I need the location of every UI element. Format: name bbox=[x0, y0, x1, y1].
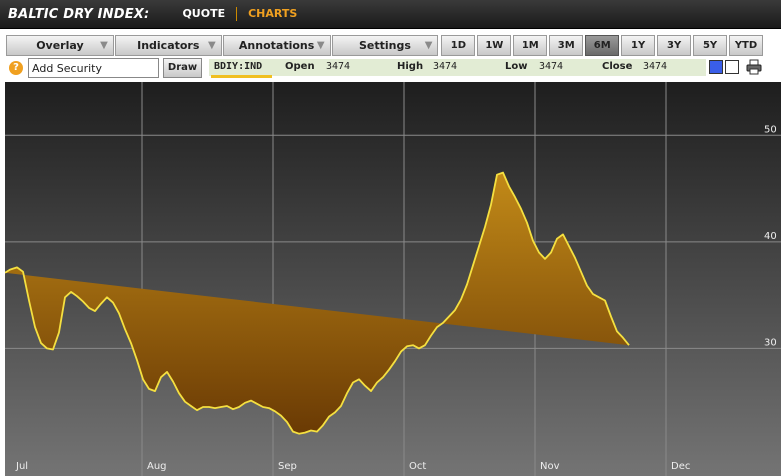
quote-strip: BDIY:IND Open 3474 High 3474 Low 3474 Cl… bbox=[209, 59, 706, 78]
y-tick-label: 40 bbox=[764, 231, 777, 242]
period-ytd-button[interactable]: YTD bbox=[729, 35, 763, 56]
y-tick-label: 30 bbox=[764, 337, 777, 348]
x-tick-label-sep: Sep bbox=[278, 461, 297, 472]
period-5y-button[interactable]: 5Y bbox=[693, 35, 728, 56]
close-value: 3474 bbox=[643, 61, 668, 72]
period-1y-button[interactable]: 1Y bbox=[621, 35, 656, 56]
primary-color-swatch[interactable] bbox=[709, 60, 723, 74]
tab-charts[interactable]: CHARTS bbox=[237, 7, 308, 21]
high-label: High bbox=[397, 61, 424, 72]
print-icon[interactable] bbox=[746, 59, 762, 75]
low-label: Low bbox=[505, 61, 528, 72]
ticker-symbol[interactable]: BDIY:IND bbox=[214, 61, 262, 72]
period-6m-button[interactable]: 6M bbox=[585, 35, 620, 56]
price-chart[interactable]: 30 40 50 Jul Aug Sep Oct Nov Dec bbox=[5, 82, 781, 476]
add-security-input[interactable] bbox=[28, 58, 159, 78]
chart-area[interactable]: 30 40 50 Jul Aug Sep Oct Nov Dec bbox=[5, 82, 781, 476]
x-tick-label-jul: Jul bbox=[15, 461, 28, 472]
x-tick-label-oct: Oct bbox=[409, 461, 426, 472]
open-label: Open bbox=[285, 61, 315, 72]
chevron-down-icon: ▼ bbox=[100, 40, 108, 51]
close-label: Close bbox=[602, 61, 633, 72]
annotations-label: Annotations bbox=[238, 39, 315, 52]
app-root: BALTIC DRY INDEX: QUOTE CHARTS Overlay ▼… bbox=[0, 0, 781, 476]
settings-label: Settings bbox=[359, 39, 411, 52]
indicators-dropdown[interactable]: Indicators ▼ bbox=[114, 35, 222, 56]
tab-quote[interactable]: QUOTE bbox=[171, 7, 238, 21]
chevron-down-icon: ▼ bbox=[424, 40, 433, 51]
draw-button[interactable]: Draw bbox=[163, 58, 202, 78]
overlay-dropdown[interactable]: Overlay ▼ bbox=[6, 35, 114, 56]
open-value: 3474 bbox=[326, 61, 351, 72]
period-3y-button[interactable]: 3Y bbox=[657, 35, 692, 56]
overlay-label: Overlay bbox=[36, 39, 84, 52]
security-row: ? Draw BDIY:IND Open 3474 High 3474 Low … bbox=[6, 58, 766, 78]
x-tick-label-aug: Aug bbox=[147, 461, 167, 472]
x-tick-label-dec: Dec bbox=[671, 461, 690, 472]
period-1m-button[interactable]: 1M bbox=[513, 35, 548, 56]
help-icon[interactable]: ? bbox=[9, 61, 23, 75]
low-value: 3474 bbox=[539, 61, 564, 72]
y-tick-label: 50 bbox=[764, 124, 777, 135]
period-3m-button[interactable]: 3M bbox=[549, 35, 584, 56]
secondary-color-swatch[interactable] bbox=[725, 60, 739, 74]
page-title: BALTIC DRY INDEX: bbox=[8, 6, 150, 22]
settings-dropdown[interactable]: Settings ▼ bbox=[331, 35, 439, 56]
chart-background bbox=[5, 82, 781, 476]
period-1d-button[interactable]: 1D bbox=[441, 35, 476, 56]
chart-toolbar: Overlay ▼ Indicators ▼ Annotations ▼ Set… bbox=[6, 35, 763, 56]
x-tick-label-nov: Nov bbox=[540, 461, 560, 472]
period-1w-button[interactable]: 1W bbox=[477, 35, 512, 56]
annotations-dropdown[interactable]: Annotations ▼ bbox=[222, 35, 331, 56]
high-value: 3474 bbox=[433, 61, 458, 72]
chevron-down-icon: ▼ bbox=[208, 40, 216, 51]
ticker-color-underline bbox=[211, 75, 272, 78]
title-bar: BALTIC DRY INDEX: QUOTE CHARTS bbox=[0, 0, 781, 29]
chevron-down-icon: ▼ bbox=[316, 40, 325, 51]
indicators-label: Indicators bbox=[137, 39, 200, 52]
